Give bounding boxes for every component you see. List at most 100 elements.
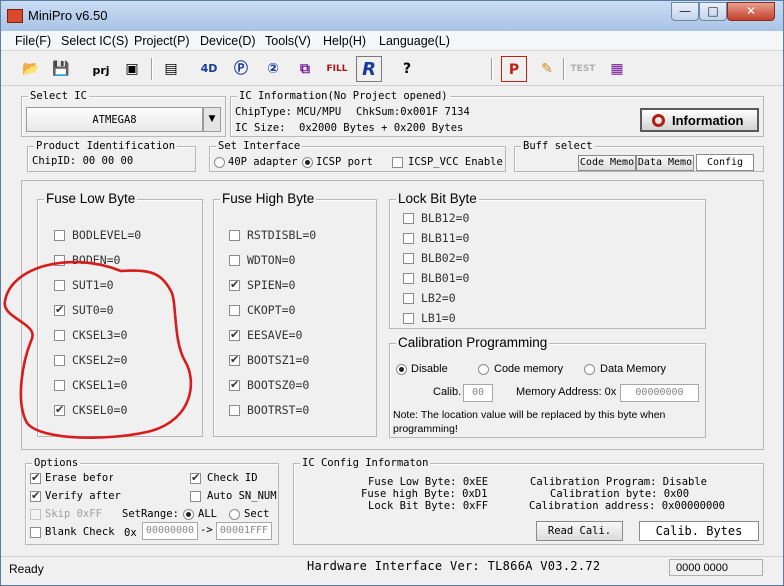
rstdisbl-checkbox[interactable] bbox=[229, 230, 240, 241]
maximize-button[interactable]: □ bbox=[699, 2, 727, 21]
menu-select-ic[interactable]: Select IC(S) bbox=[61, 34, 128, 48]
status-counter-value: 0000 0000 bbox=[676, 562, 728, 574]
check-id-checkbox[interactable] bbox=[190, 471, 201, 484]
erase-icon[interactable]: ⧉ bbox=[292, 56, 318, 82]
selected-ic-name: ATMEGA8 bbox=[92, 114, 137, 126]
title-bar[interactable]: MiniPro v6.50 — □ ✕ bbox=[1, 1, 783, 31]
information-button[interactable]: Information bbox=[640, 108, 759, 132]
menu-help[interactable]: Help(H) bbox=[323, 34, 366, 48]
blb11-checkbox[interactable] bbox=[403, 233, 414, 244]
cksel3-checkbox[interactable] bbox=[54, 330, 65, 341]
eesave-checkbox[interactable] bbox=[229, 328, 240, 341]
project-icon[interactable]: prj bbox=[88, 56, 114, 82]
fill-icon[interactable]: FILL bbox=[324, 56, 350, 82]
ic-selector-display[interactable]: ATMEGA8 bbox=[26, 107, 203, 132]
menu-language[interactable]: Language(L) bbox=[379, 34, 450, 48]
blank-check-icon[interactable]: ② bbox=[260, 56, 286, 82]
product-id-group: Product Identification ChipID: 00 00 00 bbox=[27, 140, 196, 172]
erase-before-checkbox[interactable] bbox=[30, 471, 41, 484]
range-sect-radio[interactable] bbox=[229, 509, 240, 520]
save-icon[interactable]: 💾 bbox=[48, 56, 74, 82]
bootrst-checkbox[interactable] bbox=[229, 405, 240, 416]
spien-checkbox[interactable] bbox=[229, 278, 240, 291]
test-icon[interactable]: TEST bbox=[570, 56, 596, 82]
config-tab[interactable]: Config bbox=[696, 154, 754, 171]
menu-project[interactable]: Project(P) bbox=[134, 34, 190, 48]
edit-icon[interactable]: ✎ bbox=[534, 56, 560, 82]
eesave-label: EESAVE=0 bbox=[247, 328, 303, 342]
check-id-label: Check ID bbox=[207, 472, 258, 484]
config-fuse-high: Fuse high Byte: 0xD1 bbox=[361, 488, 488, 500]
lb1-checkbox[interactable] bbox=[403, 313, 414, 324]
cksel1-checkbox[interactable] bbox=[54, 380, 65, 391]
icsp-vcc-label: ICSP_VCC Enable bbox=[408, 156, 503, 168]
boden-checkbox[interactable] bbox=[54, 255, 65, 266]
bootsz0-label: BOOTSZ0=0 bbox=[247, 378, 310, 392]
sut0-checkbox[interactable] bbox=[54, 303, 65, 316]
calib-bytes-button[interactable]: Calib. Bytes bbox=[639, 521, 759, 541]
select-ic-legend: Select IC bbox=[28, 90, 89, 102]
calib-disable-radio[interactable] bbox=[396, 364, 407, 375]
wdton-checkbox[interactable] bbox=[229, 255, 240, 266]
blb02-checkbox[interactable] bbox=[403, 253, 414, 264]
read-chip-icon[interactable]: ▤ bbox=[158, 56, 184, 82]
code-memory-tab[interactable]: Code Memo bbox=[578, 155, 636, 171]
skip-ff-checkbox[interactable] bbox=[30, 509, 41, 520]
chip-icon[interactable]: ▦ bbox=[604, 56, 630, 82]
cksel2-checkbox[interactable] bbox=[54, 355, 65, 366]
auto-sn-checkbox[interactable] bbox=[190, 491, 201, 502]
blb01-checkbox[interactable] bbox=[403, 273, 414, 284]
chevron-down-icon: ▼ bbox=[208, 114, 216, 124]
icsp-vcc-checkbox[interactable] bbox=[392, 157, 403, 168]
ic-dropdown-button[interactable]: ▼ bbox=[203, 107, 221, 132]
sut1-checkbox[interactable] bbox=[54, 280, 65, 291]
lb2-checkbox[interactable] bbox=[403, 293, 414, 304]
help-icon[interactable]: ? bbox=[394, 56, 420, 82]
menu-tools[interactable]: Tools(V) bbox=[265, 34, 311, 48]
cksel1-label: CKSEL1=0 bbox=[72, 378, 128, 392]
status-text: Ready bbox=[9, 562, 44, 576]
read-4d-icon[interactable]: 4D bbox=[196, 56, 222, 82]
data-memory-tab[interactable]: Data Memo bbox=[636, 155, 694, 171]
menu-file[interactable]: File(F) bbox=[15, 34, 51, 48]
open-folder-icon[interactable]: 📂 bbox=[18, 56, 44, 82]
blank-check-label: Blank Check bbox=[45, 526, 115, 538]
bodlevel-checkbox[interactable] bbox=[54, 230, 65, 241]
blb12-checkbox[interactable] bbox=[403, 213, 414, 224]
memory-address-label: Memory Address: 0x bbox=[516, 386, 617, 398]
cksel0-checkbox[interactable] bbox=[54, 403, 65, 416]
icsp-port-radio[interactable] bbox=[302, 157, 313, 168]
range-to-field[interactable]: 00001FFF bbox=[216, 522, 272, 540]
ckopt-label: CKOPT=0 bbox=[247, 303, 296, 317]
blb11-label: BLB11=0 bbox=[421, 231, 470, 245]
range-all-radio[interactable] bbox=[183, 509, 194, 520]
calib-value-field[interactable]: 00 bbox=[463, 384, 493, 402]
menu-device[interactable]: Device(D) bbox=[200, 34, 256, 48]
close-button[interactable]: ✕ bbox=[727, 2, 775, 21]
ckopt-checkbox[interactable] bbox=[229, 305, 240, 316]
blank-check-checkbox[interactable] bbox=[30, 527, 41, 538]
blb01-label: BLB01=0 bbox=[421, 271, 470, 285]
sut1-label: SUT1=0 bbox=[72, 278, 114, 292]
minimize-button[interactable]: — bbox=[671, 2, 699, 21]
memory-address-field[interactable]: 00000000 bbox=[620, 384, 699, 402]
calib-data-memory-radio[interactable] bbox=[584, 364, 595, 375]
calib-data-memory-label: Data Memory bbox=[600, 363, 667, 375]
config-calib-program: Calibration Program: Disable bbox=[530, 476, 708, 488]
image-icon[interactable]: ▣ bbox=[119, 56, 145, 82]
program-p-icon[interactable]: P bbox=[501, 56, 527, 82]
main-window: MiniPro v6.50 — □ ✕ File(F) Select IC(S)… bbox=[0, 0, 784, 586]
read-cali-button[interactable]: Read Cali. bbox=[536, 521, 623, 541]
chip-id-value: ChipID: 00 00 00 bbox=[32, 155, 134, 167]
r-icon[interactable]: R bbox=[356, 56, 382, 82]
range-from-field[interactable]: 00000000 bbox=[142, 522, 198, 540]
lb2-label: LB2=0 bbox=[421, 291, 456, 305]
chiptype-value: MCU/MPU bbox=[297, 106, 342, 118]
verify-icon[interactable]: Ⓟ bbox=[228, 56, 254, 82]
bootsz0-checkbox[interactable] bbox=[229, 378, 240, 391]
verify-after-checkbox[interactable] bbox=[30, 489, 41, 502]
config-calib-address: Calibration address: 0x00000000 bbox=[529, 500, 725, 512]
40p-adapter-radio[interactable] bbox=[214, 157, 225, 168]
bootsz1-checkbox[interactable] bbox=[229, 353, 240, 366]
calib-code-memory-radio[interactable] bbox=[478, 364, 489, 375]
